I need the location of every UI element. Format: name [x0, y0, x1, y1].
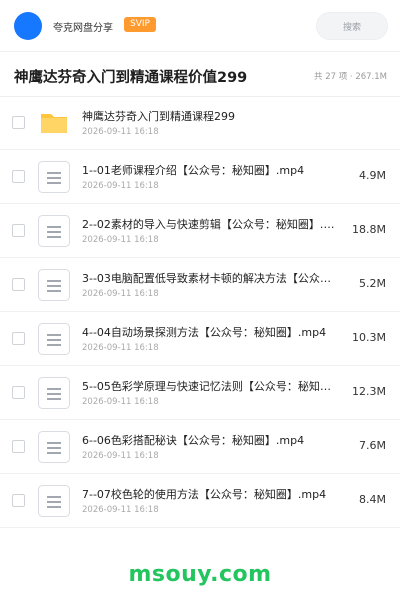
file-name[interactable]: 5--05色彩学原理与快速记忆法则【公众号：秘知圈】.mp4 — [82, 378, 340, 394]
list-item[interactable]: 神鹰达芬奇入门到精通课程299 2026-09-11 16:18 — [0, 96, 400, 150]
file-name[interactable]: 7--07校色轮的使用方法【公众号：秘知圈】.mp4 — [82, 486, 340, 502]
file-size: 4.9M — [359, 169, 386, 182]
checkbox[interactable] — [12, 224, 25, 237]
checkbox[interactable] — [12, 116, 25, 129]
document-icon — [37, 268, 71, 302]
watermark: msouy.com — [128, 562, 272, 587]
file-name[interactable]: 1--01老师课程介绍【公众号：秘知圈】.mp4 — [82, 162, 340, 178]
file-size: 7.6M — [359, 439, 386, 452]
file-date: 2026-09-11 16:18 — [82, 397, 159, 407]
file-date: 2026-09-11 16:18 — [82, 505, 159, 515]
document-icon — [37, 214, 71, 248]
quark-share-page: 夸克网盘分享 SVIP 搜索 神鹰达芬奇入门到精通课程价值299 共 27 项 … — [0, 0, 400, 600]
folder-icon — [37, 106, 71, 140]
document-icon — [37, 376, 71, 410]
checkbox[interactable] — [12, 170, 25, 183]
search-placeholder: 搜索 — [342, 22, 361, 33]
file-size: 12.3M — [352, 385, 386, 398]
file-size: 10.3M — [352, 331, 386, 344]
file-date: 2026-09-11 16:18 — [82, 127, 159, 137]
list-item[interactable]: 7--07校色轮的使用方法【公众号：秘知圈】.mp4 2026-09-11 16… — [0, 474, 400, 528]
file-size: 5.2M — [359, 277, 386, 290]
checkbox[interactable] — [12, 332, 25, 345]
avatar[interactable] — [14, 12, 42, 40]
checkbox[interactable] — [12, 386, 25, 399]
list-item[interactable]: 4--04自动场景探测方法【公众号：秘知圈】.mp4 2026-09-11 16… — [0, 312, 400, 366]
list-item[interactable]: 6--06色彩搭配秘诀【公众号：秘知圈】.mp4 2026-09-11 16:1… — [0, 420, 400, 474]
header-bar: 夸克网盘分享 SVIP 搜索 — [0, 0, 400, 52]
document-icon — [37, 484, 71, 518]
svip-badge: SVIP — [124, 17, 156, 32]
checkbox[interactable] — [12, 440, 25, 453]
list-item[interactable]: 3--03电脑配置低导致素材卡顿的解决方法【公众号：秘知圈】.mp4 2026-… — [0, 258, 400, 312]
file-name[interactable]: 6--06色彩搭配秘诀【公众号：秘知圈】.mp4 — [82, 432, 340, 448]
share-summary: 共 27 项 · 267.1M — [314, 72, 387, 82]
file-name[interactable]: 4--04自动场景探测方法【公众号：秘知圈】.mp4 — [82, 324, 340, 340]
file-date: 2026-09-11 16:18 — [82, 343, 159, 353]
file-name[interactable]: 3--03电脑配置低导致素材卡顿的解决方法【公众号：秘知圈】.mp4 — [82, 270, 340, 286]
file-list: 神鹰达芬奇入门到精通课程299 2026-09-11 16:18 1--01老师… — [0, 96, 400, 528]
file-name[interactable]: 神鹰达芬奇入门到精通课程299 — [82, 108, 340, 124]
file-date: 2026-09-11 16:18 — [82, 451, 159, 461]
file-size: 18.8M — [352, 223, 386, 236]
file-date: 2026-09-11 16:18 — [82, 235, 159, 245]
page-title: 神鹰达芬奇入门到精通课程价值299 — [14, 70, 248, 86]
document-icon — [37, 430, 71, 464]
share-title-row: 神鹰达芬奇入门到精通课程价值299 共 27 项 · 267.1M — [0, 53, 400, 97]
search-input[interactable]: 搜索 — [316, 12, 388, 40]
document-icon — [37, 322, 71, 356]
file-size: 8.4M — [359, 493, 386, 506]
list-item[interactable]: 5--05色彩学原理与快速记忆法则【公众号：秘知圈】.mp4 2026-09-1… — [0, 366, 400, 420]
checkbox[interactable] — [12, 278, 25, 291]
user-name[interactable]: 夸克网盘分享 — [53, 19, 113, 34]
list-item[interactable]: 2--02素材的导入与快速剪辑【公众号：秘知圈】.mp4 2026-09-11 … — [0, 204, 400, 258]
file-date: 2026-09-11 16:18 — [82, 289, 159, 299]
document-icon — [37, 160, 71, 194]
checkbox[interactable] — [12, 494, 25, 507]
file-name[interactable]: 2--02素材的导入与快速剪辑【公众号：秘知圈】.mp4 — [82, 216, 340, 232]
file-date: 2026-09-11 16:18 — [82, 181, 159, 191]
list-item[interactable]: 1--01老师课程介绍【公众号：秘知圈】.mp4 2026-09-11 16:1… — [0, 150, 400, 204]
